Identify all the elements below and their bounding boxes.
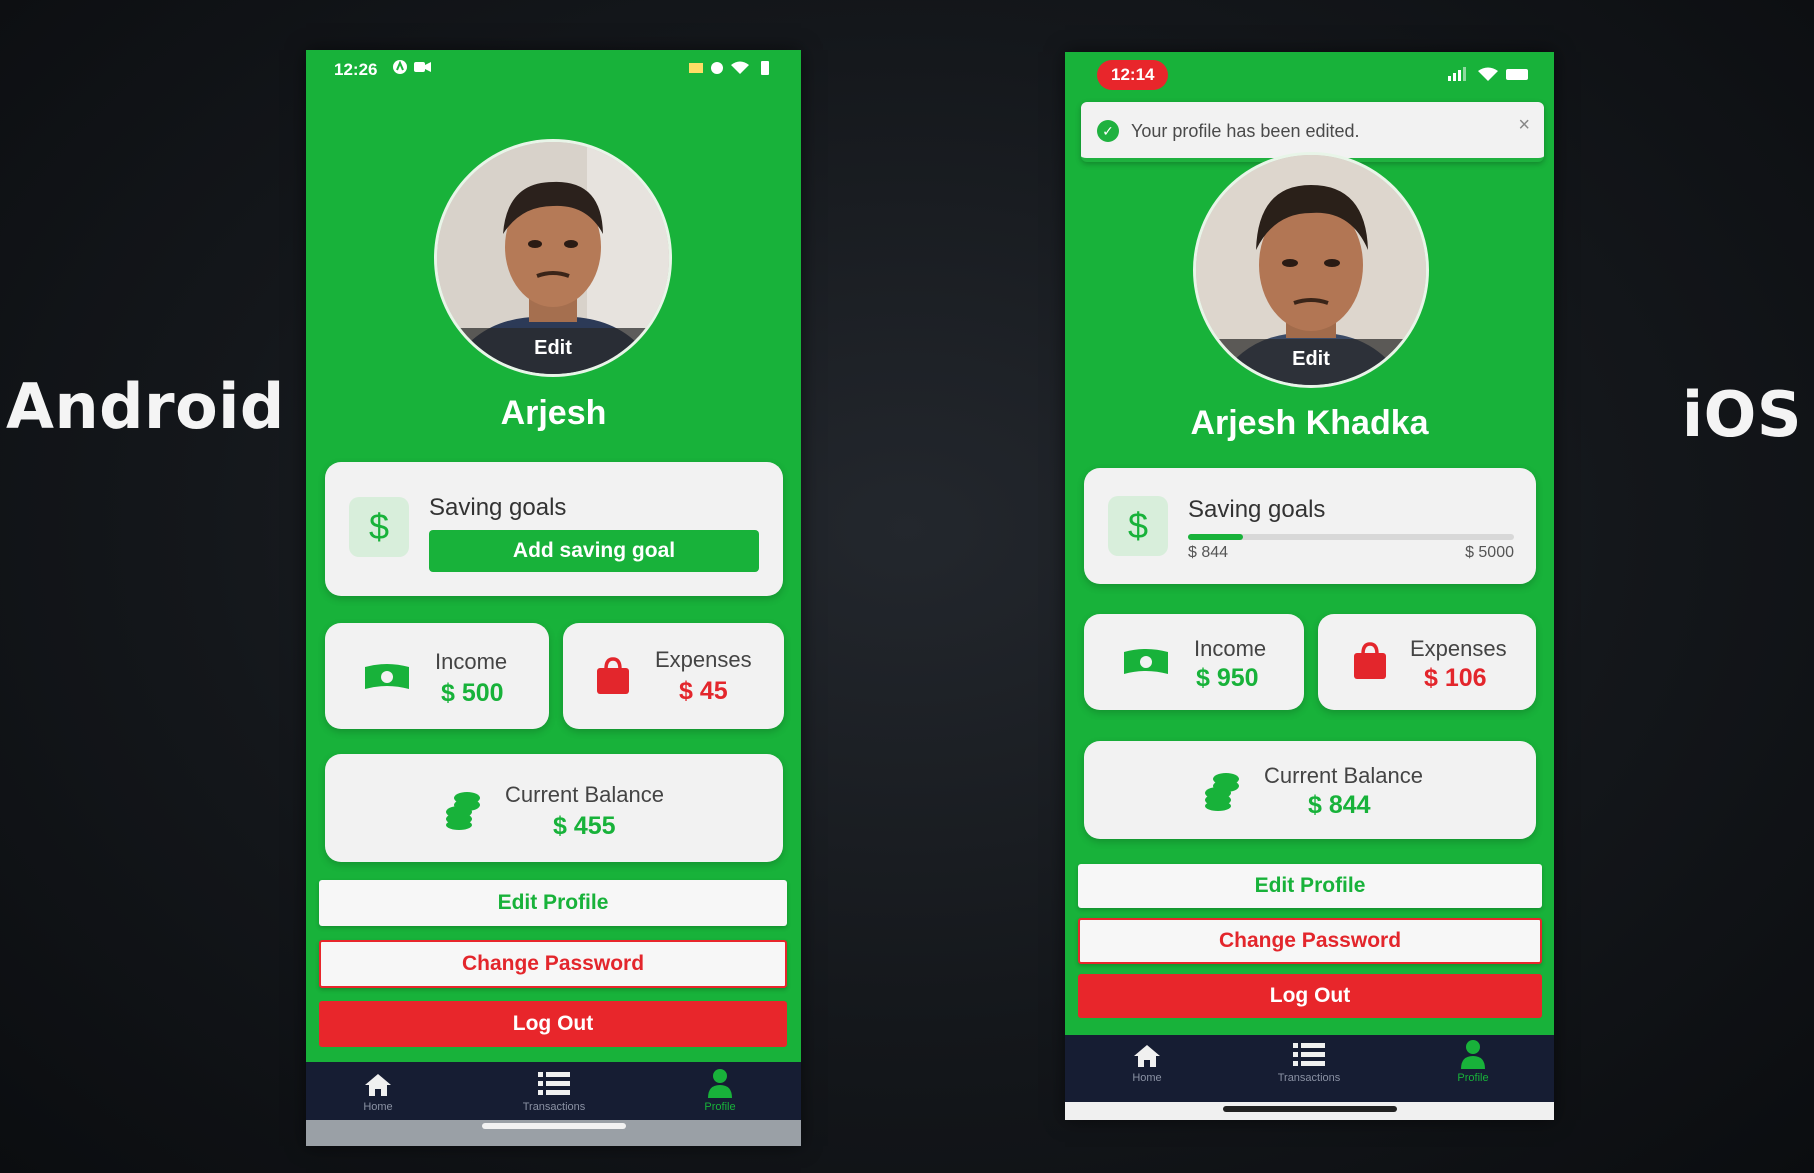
status-time: 12:26 [334, 60, 378, 79]
user-icon [708, 1069, 732, 1098]
current-balance-value: $ 455 [553, 812, 616, 840]
add-saving-goal-button[interactable]: Add saving goal [429, 530, 759, 572]
home-icon [365, 1074, 391, 1096]
saving-goals-card: $ Saving goals $ 844 $ 5000 [1084, 468, 1536, 584]
saving-goals-card: $ Saving goals Add saving goal [325, 462, 783, 596]
income-label: Income [1194, 636, 1267, 661]
expenses-value: $ 45 [679, 677, 728, 705]
tab-transactions[interactable]: Transactions [494, 1070, 614, 1113]
current-balance-value: $ 844 [1308, 791, 1371, 819]
list-icon [538, 1072, 570, 1095]
bottom-tab-bar: Home Transactions Profile [306, 1062, 801, 1120]
edit-profile-button[interactable]: Edit Profile [319, 880, 787, 926]
change-password-button[interactable]: Change Password [319, 940, 787, 988]
expenses-card: Expenses $ 45 [563, 623, 784, 729]
current-balance-label: Current Balance [1264, 763, 1423, 788]
status-bar: 12:14 [1065, 52, 1554, 98]
tab-home-label: Home [1132, 1072, 1162, 1084]
saving-goal-progress-bar [1188, 534, 1514, 540]
current-balance-label: Current Balance [505, 782, 664, 807]
tab-transactions-label: Transactions [1277, 1072, 1341, 1084]
coins-icon [1205, 773, 1239, 811]
status-notification-icons [392, 58, 434, 81]
ios-phone-screen: 12:14 ✓ Your profile has been edited. × … [1065, 52, 1554, 1120]
saving-goal-current: $ 844 [1188, 544, 1229, 561]
shopping-bag-icon [1354, 642, 1386, 679]
tab-home-label: Home [363, 1101, 393, 1113]
saving-goals-title: Saving goals [429, 494, 567, 521]
avatar-edit-button[interactable]: Edit [1196, 339, 1426, 385]
edit-profile-button[interactable]: Edit Profile [1078, 864, 1542, 908]
status-time: 12:14 [1097, 60, 1169, 90]
income-card: Income $ 950 [1084, 614, 1304, 710]
list-icon [1293, 1043, 1325, 1066]
logout-button[interactable]: Log Out [1078, 974, 1542, 1018]
expenses-label: Expenses [1410, 636, 1507, 661]
gesture-bar[interactable] [482, 1123, 626, 1129]
saving-goal-target: $ 5000 [1465, 544, 1514, 561]
profile-username: Arjesh [500, 394, 607, 432]
tab-home[interactable]: Home [318, 1072, 438, 1113]
user-icon [1461, 1040, 1485, 1069]
avatar-edit-button[interactable]: Edit [437, 328, 669, 374]
profile-username: Arjesh Khadka [1190, 404, 1429, 442]
status-system-icons [1448, 66, 1530, 86]
shopping-bag-icon [597, 657, 629, 694]
expenses-value: $ 106 [1424, 664, 1487, 692]
income-value: $ 500 [441, 679, 504, 707]
tab-transactions[interactable]: Transactions [1249, 1041, 1369, 1084]
cash-icon [365, 664, 409, 689]
saving-goal-progress-fill [1188, 534, 1243, 540]
current-balance-card: Current Balance $ 455 [325, 754, 783, 862]
current-balance-card: Current Balance $ 844 [1084, 741, 1536, 839]
close-icon[interactable]: × [1518, 114, 1530, 137]
income-label: Income [435, 649, 508, 674]
tab-profile-label: Profile [704, 1101, 736, 1113]
cash-icon [1124, 649, 1168, 674]
income-card: Income $ 500 [325, 623, 549, 729]
home-icon [1134, 1045, 1160, 1067]
profile-avatar[interactable]: Edit [434, 139, 672, 377]
dollar-icon: $ [349, 497, 409, 557]
tab-home[interactable]: Home [1087, 1043, 1207, 1084]
tab-profile-label: Profile [1457, 1072, 1489, 1084]
success-check-icon: ✓ [1097, 120, 1119, 142]
status-bar: 12:26 [306, 50, 801, 96]
expenses-card: Expenses $ 106 [1318, 614, 1536, 710]
toast-message: Your profile has been edited. [1131, 121, 1360, 141]
dollar-icon: $ [1108, 496, 1168, 556]
tab-transactions-label: Transactions [522, 1101, 586, 1113]
change-password-button[interactable]: Change Password [1078, 918, 1542, 964]
tab-profile[interactable]: Profile [660, 1068, 780, 1113]
saving-goals-title: Saving goals [1188, 496, 1326, 523]
logout-button[interactable]: Log Out [319, 1001, 787, 1047]
coins-icon [446, 792, 480, 830]
profile-avatar[interactable]: Edit [1193, 152, 1429, 388]
android-phone-screen: 12:26 Edit Arjesh $ Saving goals Add sav… [306, 50, 801, 1146]
android-platform-label: Android [6, 370, 285, 443]
home-indicator[interactable] [1223, 1106, 1397, 1112]
status-system-icons [687, 59, 777, 81]
ios-platform-label: iOS [1681, 378, 1802, 451]
tab-profile[interactable]: Profile [1413, 1039, 1533, 1084]
income-value: $ 950 [1196, 664, 1259, 692]
expenses-label: Expenses [655, 647, 752, 672]
